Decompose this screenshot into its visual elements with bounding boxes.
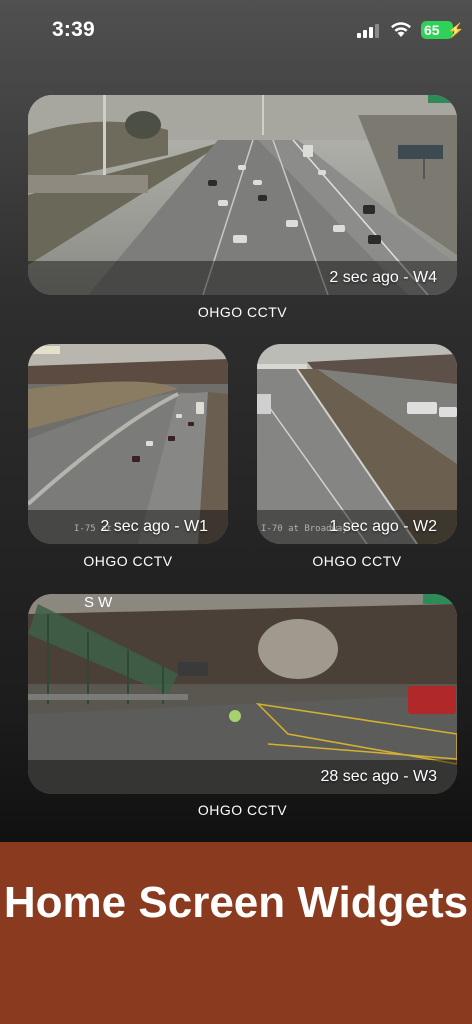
status-bar: 3:39 65 ⚡ [0, 0, 472, 60]
source-label-w1: OHGO CCTV [83, 553, 173, 569]
update-caption-w3: 28 sec ago - W3 [320, 768, 438, 785]
source-label-w3: OHGO CCTV [197, 802, 288, 818]
traffic-camera-widget-w2[interactable]: I-70 at Broadway 1 sec ago - W2 [257, 344, 457, 544]
promo-banner: Home Screen Widgets [0, 842, 472, 1024]
update-caption-w1: 2 sec ago - W1 [100, 518, 208, 535]
source-label-w2: OHGO CCTV [312, 553, 402, 569]
traffic-camera-widget-w4[interactable]: 2 sec ago - W4 [28, 95, 457, 295]
battery-icon: 65 ⚡ [421, 21, 464, 39]
banner-title: Home Screen Widgets [3, 878, 469, 927]
compass-overlay: S W [84, 594, 113, 611]
battery-level: 65 [424, 22, 440, 38]
cellular-signal-icon [357, 23, 382, 38]
source-label-w4: OHGO CCTV [197, 304, 288, 320]
update-caption-w2: 1 sec ago - W2 [329, 518, 437, 535]
traffic-camera-widget-w1[interactable]: I-75 at 2 sec ago - W1 [28, 344, 228, 544]
update-caption-w4: 2 sec ago - W4 [329, 269, 437, 286]
clock-time: 3:39 [52, 18, 95, 41]
wifi-icon [391, 22, 411, 37]
traffic-camera-widget-w3[interactable]: S W 28 sec ago - W3 [28, 594, 457, 794]
